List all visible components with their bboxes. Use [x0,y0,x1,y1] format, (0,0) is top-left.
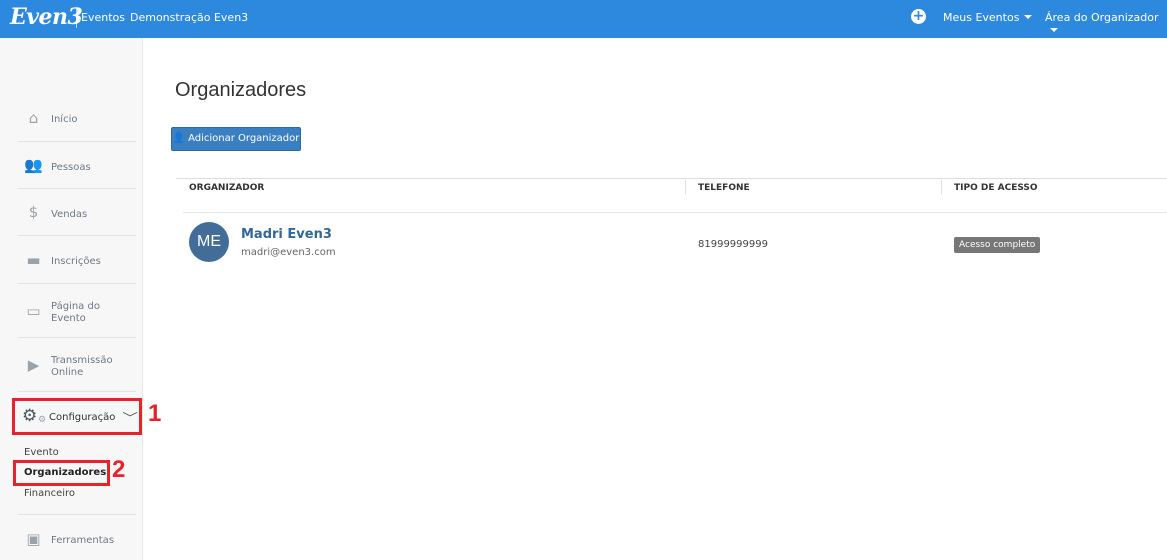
meus-eventos-label: Meus Eventos [943,11,1020,24]
play-icon: ▶ [27,356,40,374]
sidebar-item-transmissao[interactable]: ▶ Transmissão Online [18,352,136,380]
sidebar-item-label: Ferramentas [51,535,115,546]
sidebar-item-inscricoes[interactable]: ▬ Inscrições [18,250,136,272]
label-line1: Transmissão [51,355,113,366]
caret-down-icon [1050,28,1058,32]
sidebar-item-label: Configuração [49,412,116,423]
nav-event-name-link[interactable]: Demonstração Even3 [130,11,248,24]
sidebar-item-pessoas[interactable]: 👥 Pessoas [18,155,136,177]
page-title: Organizadores [175,79,307,101]
sidebar-item-label: Início [51,114,78,125]
nav-eventos-link[interactable]: Eventos [81,11,125,24]
area-organizador-label: Área do Organizador [1045,11,1159,24]
sidebar-item-label: Inscrições [51,256,101,267]
avatar: ME [189,222,229,262]
sidebar-item-label: Transmissão Online [51,355,113,379]
chevron-down-icon: ﹀ [122,411,138,425]
column-header-organizador[interactable]: ORGANIZADOR [189,183,264,193]
submenu-organizadores[interactable]: Organizadores [24,467,106,478]
submenu-evento[interactable]: Evento [24,447,59,458]
area-organizador-dropdown[interactable]: Área do Organizador [1045,11,1167,37]
table-header-border [183,212,1167,213]
plus-circle-icon[interactable]: + [911,9,926,24]
logo-divider [76,9,77,28]
submenu-financeiro[interactable]: Financeiro [24,488,75,499]
access-type-badge: Acesso completo [954,237,1041,253]
column-divider [941,180,942,194]
column-header-telefone[interactable]: TELEFONE [698,183,750,193]
ticket-icon: ▬ [26,251,41,269]
label-line1: Página do [51,301,100,312]
sidebar-divider [18,337,136,338]
column-divider [685,180,686,194]
even3-logo[interactable]: Even3 [10,4,83,30]
sidebar-item-label: Página do Evento [51,301,100,325]
toolbox-icon: ▣ [26,530,41,548]
small-gear-icon: ⚙ [38,415,47,425]
home-icon: ⌂ [28,109,39,127]
annotation-number-2: 2 [112,456,126,483]
sidebar-item-vendas[interactable]: $ Vendas [18,203,136,225]
table-top-border [176,178,1167,179]
add-organizer-label: Adicionar Organizador [188,133,300,144]
sidebar-divider [18,391,136,392]
sidebar-item-inicio[interactable]: ⌂ Início [18,108,136,130]
caret-down-icon [1024,15,1033,19]
add-organizer-button[interactable]: 👤 Adicionar Organizador [171,127,301,151]
meus-eventos-dropdown[interactable]: Meus Eventos [943,11,1033,24]
sidebar-item-label: Vendas [51,209,88,220]
sidebar-divider [18,235,136,236]
annotation-number-1: 1 [148,400,162,427]
organizer-name-link[interactable]: Madri Even3 [241,227,332,242]
sidebar-item-configuracao[interactable]: ⚙ ⚙ Configuração ﹀ [12,398,142,435]
people-icon: 👥 [24,156,43,174]
sidebar-item-pagina-evento[interactable]: ▭ Página do Evento [18,298,136,326]
sidebar-item-ferramentas[interactable]: ▣ Ferramentas [18,529,136,551]
sidebar-item-label: Pessoas [51,162,91,173]
browser-window-icon: ▭ [26,302,41,320]
column-header-tipo-acesso[interactable]: TIPO DE ACESSO [954,183,1038,193]
sidebar-divider [18,141,136,142]
money-bag-icon: $ [28,203,39,221]
sidebar-divider [18,283,136,284]
organizer-email: madri@even3.com [241,247,336,258]
sidebar-divider [18,188,136,189]
sidebar-divider [18,514,136,515]
label-line2: Online [51,367,84,378]
gear-icon: ⚙ [22,406,38,426]
organizer-phone: 81999999999 [698,239,768,250]
top-navbar: Even3 Eventos Demonstração Even3 + Meus … [0,0,1167,38]
user-icon: 👤 [172,133,186,144]
label-line2: Evento [51,313,86,324]
